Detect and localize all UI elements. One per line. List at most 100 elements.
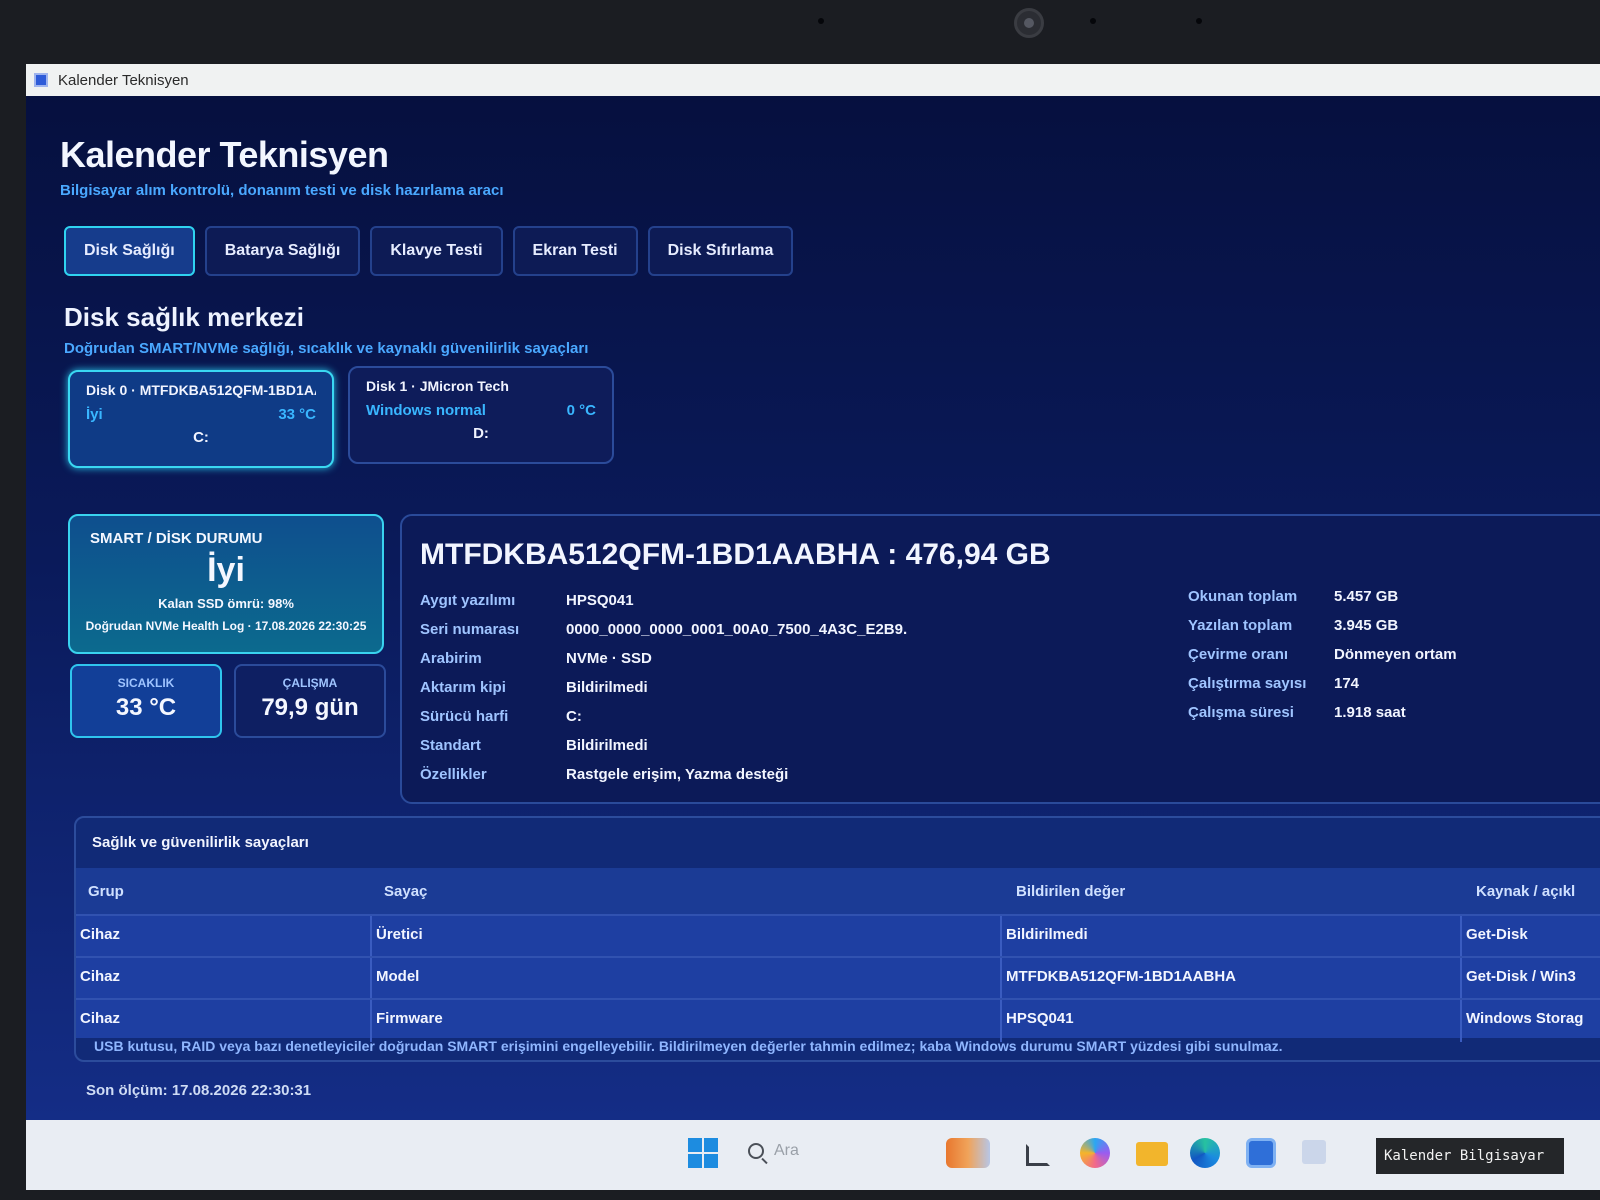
detail-key: Çalıştırma sayısı <box>1188 675 1307 692</box>
ssd-life-remaining: Kalan SSD ömrü: 98% <box>158 596 294 611</box>
cell-counter: Firmware <box>376 1010 443 1027</box>
widgets-icon[interactable] <box>946 1138 990 1168</box>
window-titlebar[interactable]: Kalender Teknisyen <box>26 64 1600 96</box>
disk-card-1[interactable]: Disk 1 · JMicron Tech Windows normal 0 °… <box>348 366 614 464</box>
detail-value: 1.918 saat <box>1334 704 1406 721</box>
temperature-label: SICAKLIK <box>117 676 175 690</box>
cell-group: Cihaz <box>80 1010 121 1027</box>
window-title: Kalender Teknisyen <box>58 71 189 89</box>
cell-counter: Üretici <box>376 926 423 943</box>
disk-status: İyi <box>86 406 103 423</box>
cell-value: Bildirilmedi <box>1006 926 1088 943</box>
disk-name: Disk 1 · JMicron Tech <box>366 378 509 394</box>
search-icon <box>748 1143 764 1159</box>
detail-value: Rastgele erişim, Yazma desteği <box>566 766 789 783</box>
detail-key: Yazılan toplam <box>1188 617 1293 634</box>
app-window: Kalender Teknisyen Bilgisayar alım kontr… <box>26 96 1600 1120</box>
detail-value: HPSQ041 <box>566 592 634 609</box>
detail-value: 0000_0000_0000_0001_00A0_7500_4A3C_E2B9. <box>566 621 908 638</box>
tab-keyboard-test[interactable]: Klavye Testi <box>370 226 503 276</box>
detail-key: Özellikler <box>420 766 487 783</box>
table-row[interactable]: Cihaz Firmware HPSQ041 Windows Storag <box>76 998 1600 1042</box>
cell-source: Get-Disk / Win3 <box>1466 968 1576 985</box>
taskbar: Ara <box>26 1120 1600 1190</box>
disk-detail-panel: MTFDKBA512QFM-1BD1AABHA : 476,94 GB Aygı… <box>400 514 1600 804</box>
detail-value: Bildirilmedi <box>566 737 648 754</box>
app-icon <box>34 73 48 87</box>
disk-temp: 0 °C <box>566 402 596 419</box>
uptime-value: 79,9 gün <box>261 694 359 721</box>
screen: Kalender Teknisyen Kalender Teknisyen Bi… <box>26 64 1600 1190</box>
status-label: SMART / DİSK DURUMU <box>90 530 263 547</box>
disk-name: Disk 0 · MTFDKBA512QFM-1BD1AA... <box>86 382 316 398</box>
detail-key: Standart <box>420 737 481 754</box>
cell-value: HPSQ041 <box>1006 1010 1074 1027</box>
section-title: Disk sağlık merkezi <box>64 302 304 332</box>
detail-value: Bildirilmedi <box>566 679 648 696</box>
bezel-sensor <box>1196 18 1202 24</box>
task-view-icon[interactable] <box>1026 1144 1050 1166</box>
smart-access-note: USB kutusu, RAID veya bazı denetleyicile… <box>94 1038 1283 1054</box>
app-subtitle: Bilgisayar alım kontrolü, donanım testi … <box>60 182 504 199</box>
file-explorer-icon[interactable] <box>1136 1142 1168 1166</box>
cell-source: Get-Disk <box>1466 926 1528 943</box>
column-header-counter[interactable]: Sayaç <box>384 883 427 900</box>
cell-group: Cihaz <box>80 926 121 943</box>
table-row[interactable]: Cihaz Model MTFDKBA512QFM-1BD1AABHA Get-… <box>76 956 1600 1000</box>
edge-icon[interactable] <box>1190 1138 1220 1168</box>
smart-status-card: SMART / DİSK DURUMU İyi Kalan SSD ömrü: … <box>68 514 384 654</box>
uptime-label: ÇALIŞMA <box>282 676 338 690</box>
bezel-sensor <box>818 18 824 24</box>
column-header-source[interactable]: Kaynak / açıkl <box>1476 883 1575 900</box>
tab-disk-health[interactable]: Disk Sağlığı <box>64 226 195 276</box>
taskbar-search[interactable]: Ara <box>748 1142 799 1160</box>
detail-value: 3.945 GB <box>1334 617 1399 634</box>
cell-group: Cihaz <box>80 968 121 985</box>
detail-key: Okunan toplam <box>1188 588 1298 605</box>
detail-key: Çevirme oranı <box>1188 646 1289 663</box>
cell-counter: Model <box>376 968 420 985</box>
detail-key: Sürücü harfi <box>420 708 509 725</box>
counters-table-header: Grup Sayaç Bildirilen değer Kaynak / açı… <box>76 868 1600 914</box>
disk-temp: 33 °C <box>278 406 316 423</box>
windows-start-icon[interactable] <box>688 1138 718 1168</box>
counters-panel: Sağlık ve güvenilirlik sayaçları Grup Sa… <box>74 816 1600 1062</box>
status-value: İyi <box>207 551 245 589</box>
last-measurement: Son ölçüm: 17.08.2026 22:30:31 <box>86 1082 312 1099</box>
search-placeholder: Ara <box>774 1142 799 1159</box>
detail-value: NVMe · SSD <box>566 650 652 667</box>
detail-key: Aktarım kipi <box>420 679 506 696</box>
detail-value: C: <box>566 708 582 725</box>
detail-key: Arabirim <box>420 650 482 667</box>
health-log-source: Doğrudan NVMe Health Log · 17.08.2026 22… <box>85 619 367 633</box>
counters-title: Sağlık ve güvenilirlik sayaçları <box>92 834 309 851</box>
copilot-icon[interactable] <box>1080 1138 1110 1168</box>
tab-bar: Disk Sağlığı Batarya Sağlığı Klavye Test… <box>64 226 794 276</box>
cell-source: Windows Storag <box>1466 1010 1584 1027</box>
bezel-sensor <box>1090 18 1096 24</box>
tab-battery-health[interactable]: Batarya Sağlığı <box>204 226 361 276</box>
disk-letter: C: <box>193 429 209 446</box>
cell-value: MTFDKBA512QFM-1BD1AABHA <box>1006 968 1237 985</box>
app-icon[interactable] <box>1302 1140 1326 1164</box>
detail-value: Dönmeyen ortam <box>1334 646 1457 663</box>
table-row[interactable]: Cihaz Üretici Bildirilmedi Get-Disk <box>76 914 1600 958</box>
app-title: Kalender Teknisyen <box>60 134 389 175</box>
store-icon[interactable] <box>1246 1138 1276 1168</box>
detail-key: Aygıt yazılımı <box>420 592 516 609</box>
column-header-reported-value[interactable]: Bildirilen değer <box>1016 883 1125 900</box>
detail-value: 174 <box>1334 675 1360 692</box>
webcam <box>1014 8 1044 38</box>
temperature-value: 33 °C <box>115 694 177 721</box>
tab-screen-test[interactable]: Ekran Testi <box>512 226 638 276</box>
disk-model-title: MTFDKBA512QFM-1BD1AABHA : 476,94 GB <box>420 538 1051 571</box>
detail-key: Çalışma süresi <box>1188 704 1294 721</box>
detail-key: Seri numarası <box>420 621 520 638</box>
disk-card-0[interactable]: Disk 0 · MTFDKBA512QFM-1BD1AA... İyi 33 … <box>68 370 334 468</box>
column-header-group[interactable]: Grup <box>88 883 124 900</box>
section-subtitle: Doğrudan SMART/NVMe sağlığı, sıcaklık ve… <box>64 340 589 357</box>
tab-disk-wipe[interactable]: Disk Sıfırlama <box>647 226 794 276</box>
disk-letter: D: <box>473 425 489 442</box>
disk-status: Windows normal <box>366 402 486 419</box>
uptime-card: ÇALIŞMA 79,9 gün <box>234 664 386 738</box>
